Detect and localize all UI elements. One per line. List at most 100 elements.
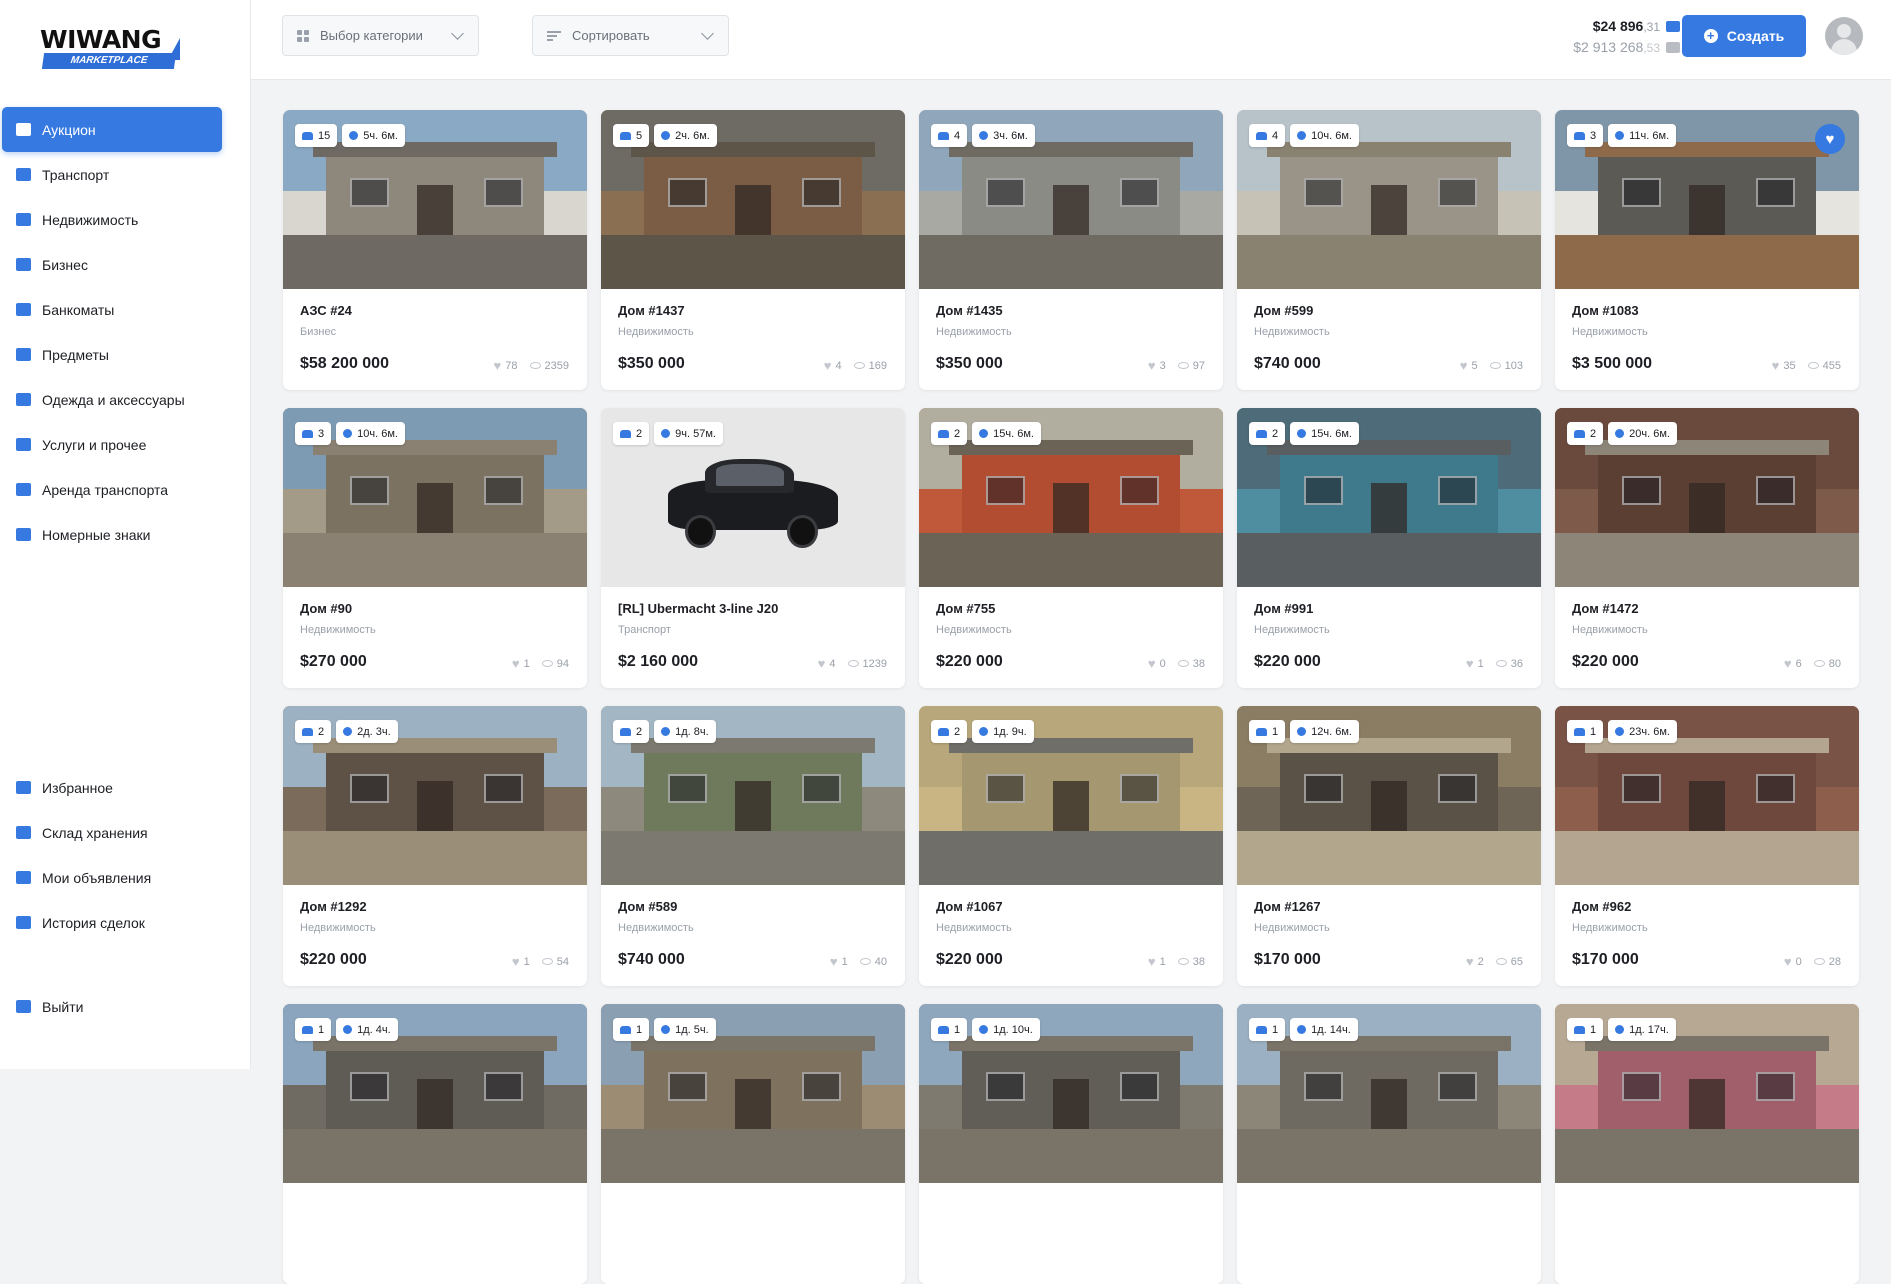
balance: $24 896,31 $2 913 268,53 (1573, 16, 1680, 58)
listing-card[interactable]: 2 1д. 8ч. Дом #589 Недвижимость $740 000 ♥ 1 40 (601, 706, 905, 986)
heart-icon: ♥ (1825, 130, 1835, 148)
clock-icon (349, 131, 359, 140)
listing-card[interactable]: 1 1д. 17ч. (1555, 1004, 1859, 1284)
timer-badge: 1д. 10ч. (972, 1018, 1040, 1041)
listing-stats: ♥ 1 38 (1148, 954, 1205, 969)
create-button[interactable]: + Создать (1682, 15, 1806, 57)
listing-title: Дом #962 (1572, 899, 1632, 914)
clock-icon (979, 131, 989, 140)
sidebar-item-label: Услуги и прочее (42, 436, 147, 453)
sidebar-item-2[interactable]: Мои объявления (2, 855, 222, 900)
sidebar-item-8[interactable]: Аренда транспорта (2, 467, 222, 512)
listing-card[interactable]: 4 3ч. 6м. Дом #1435 Недвижимость $350 000 ♥ 3 9… (919, 110, 1223, 390)
listing-card[interactable]: 2 2д. 3ч. Дом #1292 Недвижимость $220 000 ♥ 1 5… (283, 706, 587, 986)
chevron-down-icon (701, 27, 714, 40)
clock-icon (343, 727, 353, 736)
sidebar-item-9[interactable]: Номерные знаки (2, 512, 222, 557)
clock-icon (661, 429, 671, 438)
sidebar-item-2[interactable]: Недвижимость (2, 197, 222, 242)
listing-card[interactable]: 4 10ч. 6м. Дом #599 Недвижимость $740 000 ♥ 5 1… (1237, 110, 1541, 390)
listing-card[interactable]: 2 9ч. 57м. [RL] Ubermacht 3-line J20 Трансп… (601, 408, 905, 688)
listing-card[interactable]: 2 15ч. 6м. Дом #991 Недвижимость $220 000 ♥ 1 3… (1237, 408, 1541, 688)
sort-select-label: Сортировать (572, 28, 650, 43)
bidders-badge: 1 (1249, 1018, 1286, 1041)
listing-card[interactable]: 1 1д. 4ч. (283, 1004, 587, 1284)
listing-card[interactable]: 3 11ч. 6м. ♥ Дом #1083 Недвижимость $3 500 00… (1555, 110, 1859, 390)
bidders-badge: 5 (613, 124, 650, 147)
listing-card[interactable]: 1 1д. 5ч. (601, 1004, 905, 1284)
sidebar-item-5[interactable]: Предметы (2, 332, 222, 377)
listing-price: $740 000 (1254, 355, 1321, 372)
listing-thumbnail: 2 9ч. 57м. (601, 408, 905, 587)
listing-info (919, 1183, 1223, 1284)
bidders-badge: 4 (1249, 124, 1286, 147)
likes-count: 2 (1477, 955, 1484, 968)
listing-card[interactable]: 2 20ч. 6м. Дом #1472 Недвижимость $220 000 ♥ 6… (1555, 408, 1859, 688)
badges: 5 2ч. 6м. (613, 124, 717, 147)
avatar[interactable] (1825, 17, 1863, 55)
listing-card[interactable]: 2 15ч. 6м. Дом #755 Недвижимость $220 000 ♥ 0 3… (919, 408, 1223, 688)
listing-card[interactable]: 2 1д. 9ч. Дом #1067 Недвижимость $220 000 ♥ 1 3… (919, 706, 1223, 986)
favorite-button[interactable]: ♥ (1815, 124, 1845, 154)
listing-info: Дом #755 Недвижимость $220 000 ♥ 0 38 (919, 587, 1223, 688)
sidebar-item-label: Бизнес (42, 256, 88, 273)
listing-price: $220 000 (1254, 653, 1321, 670)
heart-icon: ♥ (829, 954, 838, 969)
badges: 2 9ч. 57м. (613, 422, 723, 445)
listing-card[interactable]: 1 23ч. 6м. Дом #962 Недвижимость $170 000 ♥ 0 2… (1555, 706, 1859, 986)
sidebar-item-7[interactable]: Услуги и прочее (2, 422, 222, 467)
listing-thumbnail: 3 10ч. 6м. (283, 408, 587, 587)
bidders-badge: 1 (1567, 1018, 1604, 1041)
gavel-icon (16, 123, 31, 136)
sidebar-item-3[interactable]: История сделок (2, 900, 222, 945)
sidebar-item-label: Склад хранения (42, 824, 148, 841)
timer-badge: 1д. 4ч. (336, 1018, 398, 1041)
views-count: 40 (874, 955, 887, 968)
listing-price: $220 000 (1572, 653, 1639, 670)
listing-stats: ♥ 5 103 (1460, 358, 1523, 373)
badges: 3 10ч. 6м. (295, 422, 405, 445)
listing-stats: ♥ 1 54 (512, 954, 569, 969)
listing-thumbnail: 2 20ч. 6м. (1555, 408, 1859, 587)
likes-count: 78 (505, 359, 518, 372)
clock-icon (343, 1025, 353, 1034)
heart-icon: ♥ (493, 358, 502, 373)
sidebar-item-1[interactable]: Транспорт (2, 152, 222, 197)
clock-icon (979, 429, 989, 438)
listing-card[interactable]: 1 1д. 10ч. (919, 1004, 1223, 1284)
listing-card[interactable]: 3 10ч. 6м. Дом #90 Недвижимость $270 000 ♥ 1 94 (283, 408, 587, 688)
sidebar-item-3[interactable]: Бизнес (2, 242, 222, 287)
sidebar-item-0[interactable]: Аукцион (2, 107, 222, 152)
timer-badge: 9ч. 57м. (654, 422, 723, 445)
sidebar-item-0[interactable]: Избранное (2, 765, 222, 810)
sort-select[interactable]: Сортировать (532, 15, 729, 56)
listing-price: $350 000 (936, 355, 1003, 372)
likes-count: 0 (1795, 955, 1802, 968)
listing-card[interactable]: 1 12ч. 6м. Дом #1267 Недвижимость $170 000 ♥ 2… (1237, 706, 1541, 986)
bidders-badge: 3 (295, 422, 332, 445)
sidebar-item-6[interactable]: Одежда и аксессуары (2, 377, 222, 422)
users-icon (1574, 727, 1585, 736)
bidders-badge: 2 (931, 422, 968, 445)
listing-info: Дом #589 Недвижимость $740 000 ♥ 1 40 (601, 885, 905, 986)
sidebar-item-4[interactable]: Банкоматы (2, 287, 222, 332)
sidebar-item-1[interactable]: Склад хранения (2, 810, 222, 855)
badges: 1 1д. 14ч. (1249, 1018, 1358, 1041)
sidebar-nav-logout: Выйти (2, 984, 222, 1029)
listing-stats: ♥ 0 28 (1784, 954, 1841, 969)
listing-card[interactable]: 5 2ч. 6м. Дом #1437 Недвижимость $350 000 ♥ 4 1… (601, 110, 905, 390)
eye-icon (1813, 958, 1825, 965)
logo[interactable]: WIWANG MARKETPLACE (40, 27, 190, 73)
listing-thumbnail: 1 1д. 14ч. (1237, 1004, 1541, 1183)
logout-button[interactable]: Выйти (2, 984, 222, 1029)
listing-info: Дом #1267 Недвижимость $170 000 ♥ 2 65 (1237, 885, 1541, 986)
badges: 2 2д. 3ч. (295, 720, 398, 743)
clock-icon (1297, 727, 1307, 736)
views-count: 28 (1828, 955, 1841, 968)
listing-title: Дом #1083 (1572, 303, 1639, 318)
listing-card[interactable]: 1 1д. 14ч. (1237, 1004, 1541, 1284)
category-select[interactable]: Выбор категории (282, 15, 479, 56)
heart-icon: ♥ (823, 358, 832, 373)
bidders-badge: 2 (613, 720, 650, 743)
listing-card[interactable]: 15 5ч. 6м. АЗС #24 Бизнес $58 200 000 ♥ 78 2359 (283, 110, 587, 390)
